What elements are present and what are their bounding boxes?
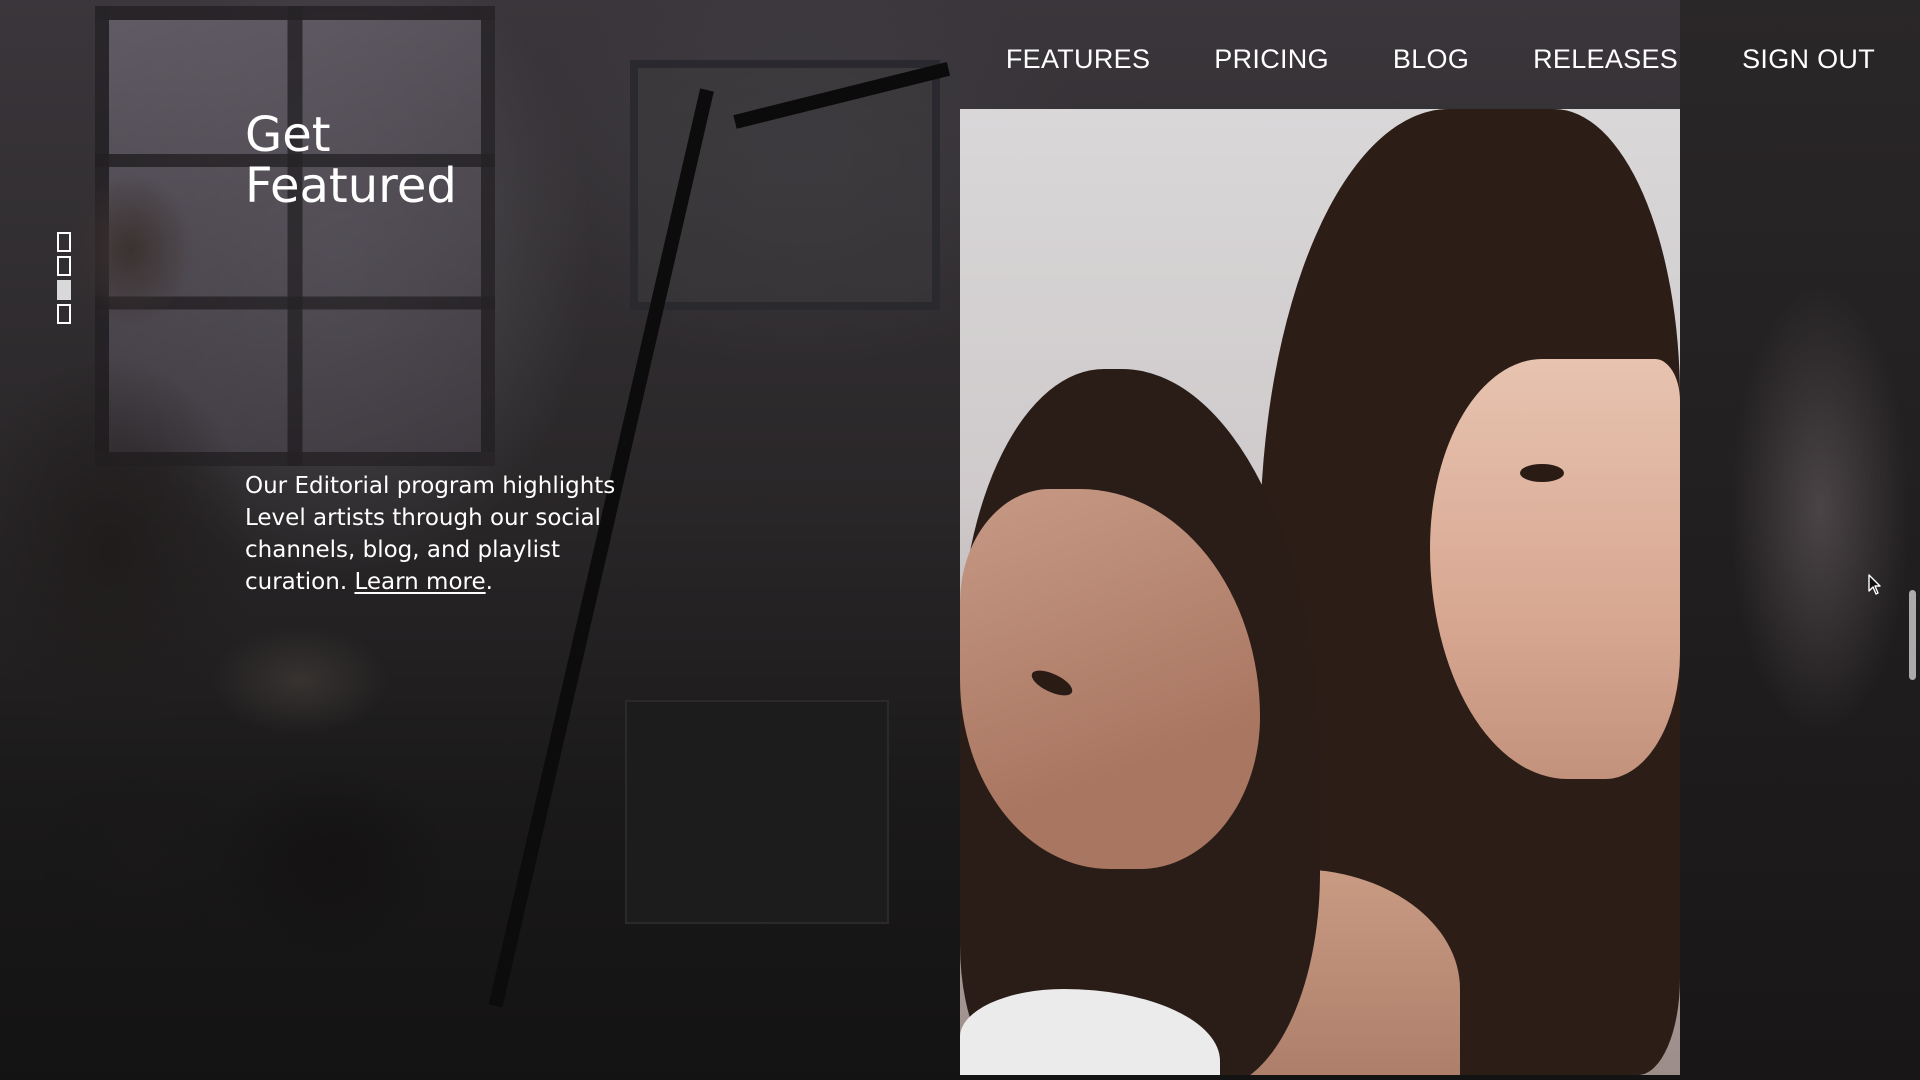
page-title: Get Featured [245, 110, 457, 212]
page-title-line2: Featured [245, 158, 457, 214]
nav-sign-out[interactable]: SIGN OUT [1742, 44, 1875, 75]
nav-features[interactable]: FEATURES [1006, 44, 1150, 75]
top-nav: FEATURES PRICING BLOG RELEASES SIGN OUT [1006, 44, 1875, 75]
learn-more-suffix: . [485, 569, 493, 595]
slide-indicator-dot-3[interactable] [57, 280, 71, 300]
background-drumkit [0, 600, 560, 1080]
nav-blog[interactable]: BLOG [1393, 44, 1469, 75]
mouse-pointer-icon [1868, 574, 1881, 595]
background-guitarist [1710, 260, 1920, 960]
learn-more-link[interactable]: Learn more [354, 569, 485, 595]
featured-artist-photo [960, 109, 1680, 1075]
slide-indicator [57, 232, 71, 324]
editorial-description: Our Editorial program highlights Level a… [245, 470, 625, 598]
background-amplifier [625, 700, 889, 924]
slide-indicator-dot-2[interactable] [57, 256, 71, 276]
scrollbar-thumb[interactable] [1909, 590, 1916, 680]
slide-indicator-dot-4[interactable] [57, 304, 71, 324]
nav-pricing[interactable]: PRICING [1214, 44, 1329, 75]
nav-releases[interactable]: RELEASES [1533, 44, 1678, 75]
page-title-line1: Get [245, 107, 331, 163]
slide-indicator-dot-1[interactable] [57, 232, 71, 252]
background-picture-frame [630, 60, 940, 310]
